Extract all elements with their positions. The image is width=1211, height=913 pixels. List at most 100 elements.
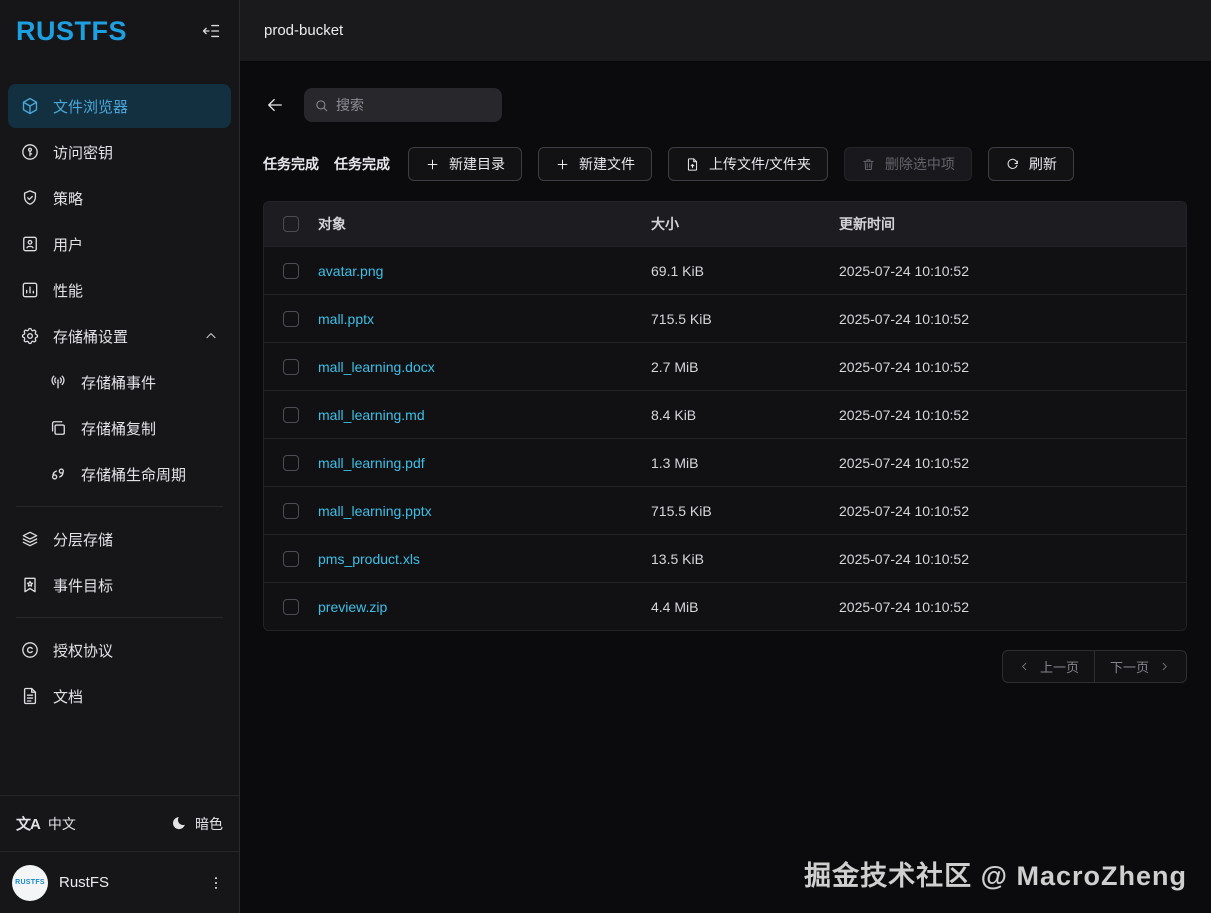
sidebar-item-cube[interactable]: 文件浏览器 [8, 84, 231, 128]
task-status-text[interactable]: 任务完成 [263, 154, 319, 174]
theme-toggle-button[interactable]: 暗色 [170, 814, 223, 834]
object-link[interactable]: mall_learning.md [318, 407, 651, 423]
user-card-icon [20, 234, 40, 254]
lifecycle-icon [48, 464, 68, 484]
bucket-title: prod-bucket [264, 22, 344, 39]
file-upload-button[interactable]: 上传文件/文件夹 [668, 147, 828, 181]
toolbar: 任务完成 任务完成 新建目录 新建文件 上传文件/文件夹 删除选中项 刷新 [263, 147, 1187, 181]
chevron-up-icon [203, 328, 219, 344]
plus-icon [425, 157, 440, 172]
row-checkbox[interactable] [283, 550, 299, 567]
language-switch-button[interactable]: 文A 中文 [16, 813, 76, 834]
task-status-labels: 任务完成 任务完成 [263, 154, 390, 174]
prev-page-button[interactable]: 上一页 [1001, 650, 1095, 683]
content: 任务完成 任务完成 新建目录 新建文件 上传文件/文件夹 删除选中项 刷新 对象 大小 … [240, 62, 1211, 913]
sidebar-item-bookmark-star[interactable]: 事件目标 [8, 563, 231, 607]
toolbar-buttons: 新建目录 新建文件 上传文件/文件夹 删除选中项 刷新 [408, 147, 1074, 181]
object-link[interactable]: mall_learning.pptx [318, 503, 651, 519]
object-link[interactable]: pms_product.xls [318, 551, 651, 567]
sidebar-item-key[interactable]: 访问密钥 [8, 130, 231, 174]
object-link[interactable]: mall_learning.pdf [318, 455, 651, 471]
row-checkbox[interactable] [283, 262, 299, 279]
table-row: mall_learning.md 8.4 KiB 2025-07-24 10:10:… [264, 390, 1186, 438]
collapse-sidebar-icon [201, 21, 221, 41]
plus-icon [555, 157, 570, 172]
button-label: 新建文件 [579, 156, 635, 172]
cube-icon [20, 96, 40, 116]
row-checkbox[interactable] [283, 454, 299, 471]
sidebar-divider [16, 617, 223, 618]
sidebar-item-gear[interactable]: 存储桶设置 [8, 314, 231, 358]
sidebar-item-label: 存储桶设置 [53, 328, 129, 346]
object-updated: 2025-07-24 10:10:52 [839, 406, 969, 423]
sidebar-item-copyright[interactable]: 授权协议 [8, 628, 231, 672]
sidebar-item-file-text[interactable]: 文档 [8, 674, 231, 718]
back-button[interactable] [263, 93, 287, 117]
sidebar-divider [16, 506, 223, 507]
sidebar-item-label: 事件目标 [53, 577, 114, 595]
kebab-menu-icon [207, 874, 225, 892]
object-table: 对象 大小 更新时间 avatar.png 69.1 KiB 2025-07-24 … [263, 201, 1187, 631]
row-checkbox[interactable] [283, 358, 299, 375]
search-icon [314, 98, 329, 113]
object-size: 8.4 KiB [651, 406, 697, 423]
table-row: mall.pptx 715.5 KiB 2025-07-24 10:10:52 [264, 294, 1186, 342]
app-root: RUSTFS 文件浏览器访问密钥 策略 用户性能存储桶设置存储桶事件存储桶复制存储桶… [0, 0, 1211, 913]
sidebar-item-label: 性能 [53, 282, 84, 300]
page-header: prod-bucket [240, 0, 1211, 62]
sidebar-item-label: 文档 [53, 688, 84, 706]
account-menu-button[interactable] [205, 872, 227, 894]
row-checkbox[interactable] [283, 598, 299, 615]
button-label: 新建目录 [449, 156, 505, 172]
account-name: RustFS [59, 874, 110, 891]
sidebar-footer: 文A 中文 暗色 RUSTFS RustFS [0, 795, 239, 913]
row-checkbox[interactable] [283, 502, 299, 519]
sidebar-utility-row: 文A 中文 暗色 [0, 795, 239, 851]
account-row[interactable]: RUSTFS RustFS [0, 851, 239, 913]
sidebar-item-copy[interactable]: 存储桶复制 [8, 406, 231, 450]
object-updated: 2025-07-24 10:10:52 [839, 310, 969, 327]
sidebar-header: RUSTFS [0, 0, 239, 62]
sidebar-item-label: 文件浏览器 [53, 98, 129, 116]
prev-page-label: 上一页 [1039, 660, 1079, 675]
refresh-button[interactable]: 刷新 [987, 147, 1074, 181]
gear-icon [20, 326, 40, 346]
sidebar-item-label: 存储桶复制 [81, 420, 157, 438]
object-link[interactable]: mall.pptx [318, 311, 651, 327]
row-checkbox[interactable] [283, 406, 299, 423]
sidebar-item-layers[interactable]: 分层存储 [8, 517, 231, 561]
object-link[interactable]: preview.zip [318, 599, 651, 615]
sidebar-item-shield-check[interactable]: 策略 [8, 176, 231, 220]
sidebar-item-bar-chart[interactable]: 性能 [8, 268, 231, 312]
translate-icon: 文A [16, 816, 41, 833]
task-status-text[interactable]: 任务完成 [334, 154, 390, 174]
column-header-updated: 更新时间 [839, 216, 895, 232]
plus-button[interactable]: 新建文件 [538, 147, 652, 181]
sidebar-item-broadcast[interactable]: 存储桶事件 [8, 360, 231, 404]
object-link[interactable]: avatar.png [318, 263, 651, 279]
plus-button[interactable]: 新建目录 [408, 147, 522, 181]
object-updated: 2025-07-24 10:10:52 [839, 358, 969, 375]
table-row: mall_learning.pptx 715.5 KiB 2025-07-24 10… [264, 486, 1186, 534]
sidebar-nav: 文件浏览器访问密钥 策略 用户性能存储桶设置存储桶事件存储桶复制存储桶生命周期 分层存… [0, 62, 239, 795]
search-row [263, 88, 1187, 122]
sidebar-item-user-card[interactable]: 用户 [8, 222, 231, 266]
column-header-object: 对象 [318, 216, 346, 232]
object-link[interactable]: mall_learning.docx [318, 359, 651, 375]
copy-icon [48, 418, 68, 438]
select-all-checkbox[interactable] [283, 216, 299, 232]
table-row: mall_learning.pdf 1.3 MiB 2025-07-24 10:10… [264, 438, 1186, 486]
row-checkbox[interactable] [283, 310, 299, 327]
search-box [304, 88, 502, 122]
collapse-sidebar-button[interactable] [199, 19, 223, 43]
next-page-button[interactable]: 下一页 [1093, 650, 1187, 683]
button-label: 删除选中项 [884, 156, 955, 172]
object-updated: 2025-07-24 10:10:52 [839, 550, 969, 567]
search-input[interactable] [336, 97, 492, 113]
table-row: mall_learning.docx 2.7 MiB 2025-07-24 10:1… [264, 342, 1186, 390]
bar-chart-icon [20, 280, 40, 300]
avatar: RUSTFS [12, 864, 48, 901]
language-label: 中文 [47, 815, 76, 832]
sidebar-item-lifecycle[interactable]: 存储桶生命周期 [8, 452, 231, 496]
object-size: 2.7 MiB [651, 358, 699, 375]
